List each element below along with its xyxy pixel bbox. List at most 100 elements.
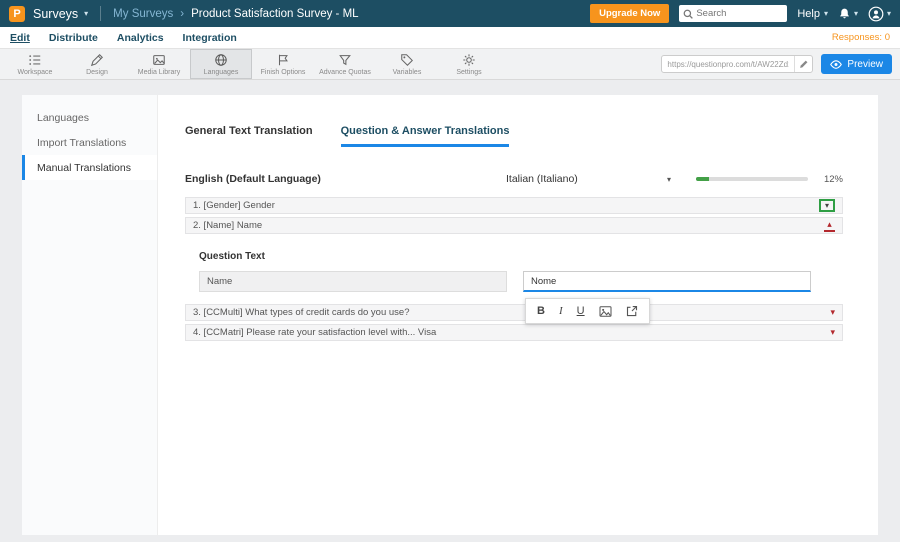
chevron-up-icon: ▴ — [827, 218, 832, 229]
tab-edit[interactable]: Edit — [10, 32, 30, 44]
question-row-ccmatri[interactable]: 4. [CCMatri] Please rate your satisfacti… — [185, 324, 843, 341]
underline-button[interactable]: U — [577, 305, 585, 317]
tab-general-text-translation[interactable]: General Text Translation — [185, 125, 313, 147]
languages-icon — [214, 53, 228, 67]
target-language-label: Italian (Italiano) — [506, 173, 578, 185]
toolbar-item-label: Languages — [203, 68, 239, 76]
source-text-input[interactable] — [199, 271, 507, 292]
topbar-right: Upgrade Now Help ▾ ▾ ▾ — [590, 4, 891, 23]
sidebar-item-import-translations[interactable]: Import Translations — [22, 130, 157, 155]
question-row-ccmulti[interactable]: 3. [CCMulti] What types of credit cards … — [185, 304, 843, 321]
search-input[interactable] — [696, 8, 784, 19]
question-row-name[interactable]: 2. [Name] Name ▴ — [185, 217, 843, 234]
expand-caret[interactable]: ▾ — [830, 328, 835, 337]
toolbar-item-label: Finish Options — [260, 68, 306, 76]
target-text-input[interactable] — [523, 271, 811, 292]
insert-image-button[interactable] — [599, 305, 612, 317]
edit-url-button[interactable] — [794, 56, 812, 72]
tab-distribute[interactable]: Distribute — [49, 32, 98, 44]
preview-label: Preview — [847, 58, 883, 70]
bold-button[interactable]: B — [537, 305, 545, 317]
sidebar-item-languages[interactable]: Languages — [22, 105, 157, 130]
breadcrumb-separator: › — [180, 7, 185, 20]
chevron-down-icon: ▾ — [824, 200, 829, 210]
upgrade-now-button[interactable]: Upgrade Now — [590, 4, 670, 23]
translations-sidebar: Languages Import Translations Manual Tra… — [22, 95, 158, 535]
pencil-icon — [799, 60, 808, 69]
chevron-down-icon: ▾ — [823, 9, 828, 18]
toolbar-item-workspace[interactable]: Workspace — [4, 49, 66, 79]
insert-link-button[interactable] — [626, 305, 638, 317]
question-label: 4. [CCMatri] Please rate your satisfacti… — [193, 327, 437, 338]
collapse-caret[interactable]: ▴ — [824, 218, 835, 232]
translation-editor: Question Text B I U — [185, 237, 843, 324]
bell-icon — [838, 7, 851, 20]
toolbar-item-variables[interactable]: Variables — [376, 49, 438, 79]
ribbon-right: Preview — [661, 49, 892, 79]
italic-button[interactable]: I — [559, 305, 563, 317]
toolbar-item-label: Media Library — [137, 68, 181, 76]
toolbar-item-label: Settings — [456, 68, 482, 76]
language-row: English (Default Language) Italian (Ital… — [185, 173, 843, 185]
surveys-menu-label: Surveys — [33, 6, 79, 21]
toolbar-item-label: Advance Quotas — [319, 68, 371, 76]
workspace-icon — [28, 53, 42, 67]
external-link-icon — [626, 305, 638, 317]
translation-tabs: General Text Translation Question & Answ… — [185, 125, 843, 147]
chevron-down-icon: ▾ — [853, 9, 858, 18]
question-label: 2. [Name] Name — [193, 220, 263, 231]
tab-question-answer-translations[interactable]: Question & Answer Translations — [340, 125, 510, 147]
search-icon — [683, 9, 694, 19]
search-box[interactable] — [679, 5, 788, 22]
chevron-down-icon: ▾ — [84, 9, 89, 18]
chevron-down-icon: ▾ — [886, 9, 891, 18]
toolbar-item-settings[interactable]: Settings — [438, 49, 500, 79]
preview-button[interactable]: Preview — [821, 54, 892, 74]
toolbar-item-advance-quotas[interactable]: Advance Quotas — [314, 49, 376, 79]
target-text-wrap: B I U — [523, 271, 811, 324]
question-label: 1. [Gender] Gender — [193, 200, 275, 211]
tab-analytics[interactable]: Analytics — [117, 32, 164, 44]
toolbar-item-languages[interactable]: Languages — [190, 49, 252, 79]
notifications-menu[interactable]: ▾ — [838, 7, 858, 20]
help-menu[interactable]: Help ▾ — [797, 8, 828, 20]
topbar: P Surveys ▾ My Surveys › Product Satisfa… — [0, 0, 900, 27]
editor-row: B I U — [199, 271, 843, 324]
settings-icon — [462, 53, 476, 67]
surveys-menu[interactable]: Surveys ▾ — [33, 7, 88, 21]
target-language-select[interactable]: Italian (Italiano) ▾ — [506, 173, 671, 185]
sidebar-item-manual-translations[interactable]: Manual Translations — [22, 155, 157, 180]
translation-progress-bar — [696, 177, 808, 181]
toolbar-item-media-library[interactable]: Media Library — [128, 49, 190, 79]
avatar-icon — [868, 6, 884, 22]
expand-caret-highlighted[interactable]: ▾ — [818, 199, 835, 212]
question-list: 1. [Gender] Gender ▾ 2. [Name] Name ▴ Qu… — [185, 197, 843, 341]
help-label: Help — [797, 7, 820, 20]
eye-icon — [830, 59, 843, 69]
survey-url-box — [661, 55, 814, 73]
breadcrumb: My Surveys › Product Satisfaction Survey… — [113, 8, 358, 20]
caret-underline — [824, 229, 835, 232]
breadcrumb-survey-title: Product Satisfaction Survey - ML — [191, 7, 359, 20]
formatting-toolbar: B I U — [525, 298, 650, 324]
advance-quotas-icon — [338, 53, 352, 67]
question-text-label: Question Text — [199, 251, 265, 262]
toolbar-item-design[interactable]: Design — [66, 49, 128, 79]
design-icon — [90, 53, 104, 67]
responses-count[interactable]: Responses: 0 — [832, 32, 890, 43]
translation-progress-fill — [696, 177, 710, 181]
user-avatar-menu[interactable]: ▾ — [868, 6, 891, 22]
topbar-divider — [100, 6, 102, 21]
question-label: 3. [CCMulti] What types of credit cards … — [193, 307, 410, 318]
chevron-down-icon: ▾ — [666, 174, 671, 184]
variables-icon — [400, 53, 414, 67]
questionpro-logo[interactable]: P — [9, 5, 25, 22]
manual-translations-panel: General Text Translation Question & Answ… — [158, 95, 878, 535]
breadcrumb-my-surveys[interactable]: My Surveys — [113, 8, 173, 20]
question-row-gender[interactable]: 1. [Gender] Gender ▾ — [185, 197, 843, 214]
expand-caret[interactable]: ▾ — [830, 308, 835, 317]
survey-url-input[interactable] — [662, 59, 795, 69]
toolbar-item-label: Design — [86, 68, 108, 76]
toolbar-item-finish-options[interactable]: Finish Options — [252, 49, 314, 79]
tab-integration[interactable]: Integration — [183, 32, 237, 44]
